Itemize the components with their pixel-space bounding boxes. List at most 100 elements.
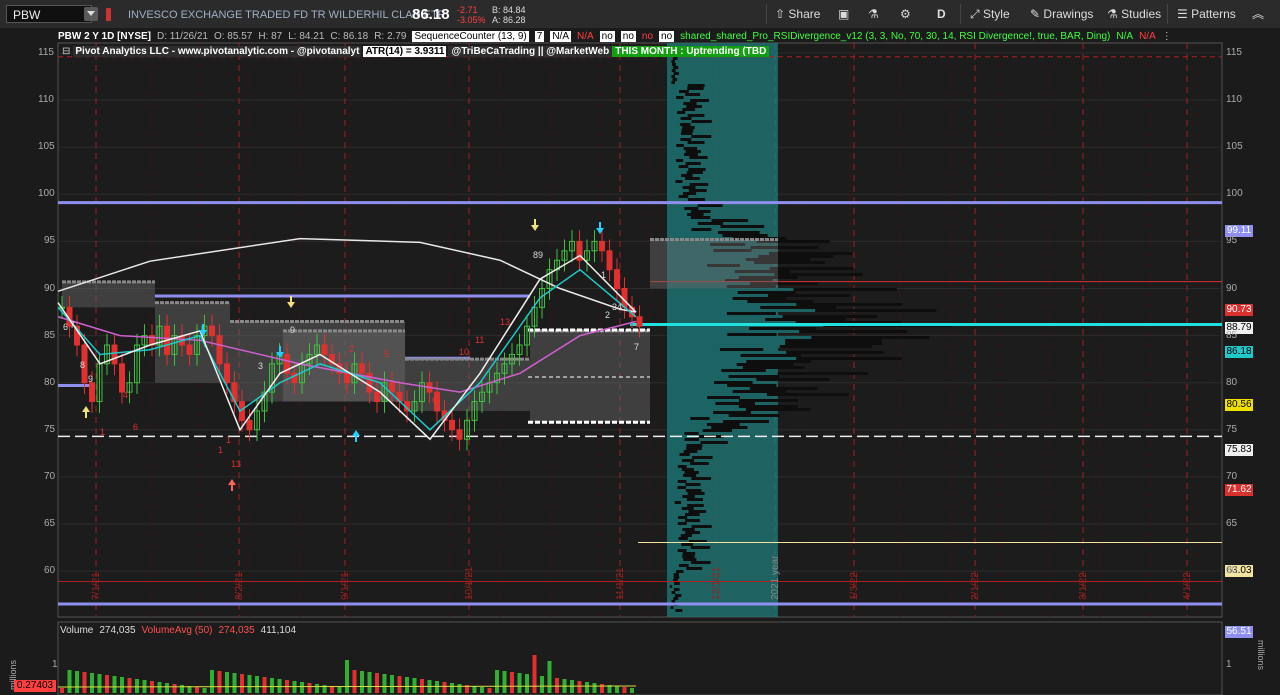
symbol-input[interactable]: PBW — [6, 5, 92, 23]
profile-bar — [667, 174, 682, 177]
sequence-number: 2 — [349, 344, 354, 354]
symbol-dropdown-icon[interactable] — [84, 7, 98, 21]
candle-body — [614, 269, 620, 290]
profile-bar — [667, 291, 738, 294]
y-axis-tick: 75 — [1226, 423, 1238, 435]
profile-bar — [667, 420, 724, 423]
profile-bar — [667, 444, 687, 447]
sequence-number: 10 — [459, 347, 469, 357]
this-month-label: THIS MONTH : Uptrending (TBD — [612, 46, 770, 57]
x-axis-label: 10/1/21 — [464, 566, 475, 600]
profile-bar — [667, 312, 727, 315]
volume-bar — [90, 673, 94, 693]
candle-body — [224, 363, 230, 384]
volume-bar — [240, 674, 244, 693]
profile-bar — [667, 447, 687, 450]
profile-bar — [667, 351, 787, 354]
profile-bar — [667, 165, 679, 168]
studies-button[interactable]: ⚗ Studies — [1107, 5, 1161, 23]
volume-bar — [165, 683, 169, 693]
profile-bar — [667, 300, 748, 303]
study-labels-row: ⊟ Pivot Analytics LLC - www.pivotanalyti… — [62, 46, 770, 57]
profile-bar — [667, 441, 701, 444]
volume-bar — [180, 685, 184, 693]
y-axis-tick: 65 — [1226, 518, 1238, 529]
patterns-button[interactable]: ☰ Patterns — [1177, 5, 1236, 23]
price-chart[interactable]: 6 7891461113392 561011138912347 7/1/21 8/2/… — [0, 28, 1280, 695]
candle-body — [321, 344, 328, 355]
price-level-label: 80.56 — [1225, 399, 1253, 412]
studies-label: Studies — [1121, 7, 1162, 21]
candle-body — [606, 250, 613, 271]
profile-bar — [667, 390, 733, 393]
volume-bar — [202, 688, 207, 693]
sequence-number: 1 — [100, 427, 105, 437]
profile-bar — [667, 150, 686, 153]
profile-bar — [667, 117, 681, 120]
profile-bar — [667, 552, 683, 555]
top-toolbar: PBW INVESCO EXCHANGE TRADED FD TR WILDER… — [0, 0, 1280, 29]
price-level-label: 71.62 — [1225, 483, 1253, 496]
candle-body — [216, 335, 223, 365]
profile-bar — [667, 186, 683, 189]
profile-bar — [667, 366, 743, 369]
volume-bar — [435, 681, 439, 693]
profile-bar — [667, 105, 687, 108]
profile-bar — [667, 348, 720, 351]
style-button[interactable]: ⤢ Style — [970, 5, 1010, 23]
sequence-counter: SequenceCounter (13, 9) — [412, 30, 529, 42]
profile-bar — [667, 591, 672, 594]
candle-body — [89, 382, 95, 403]
profile-bar — [667, 234, 723, 237]
profile-bar — [667, 297, 733, 300]
sequence-value: 7 — [534, 30, 545, 42]
profile-bar — [667, 498, 687, 501]
sequence-number: 1 — [226, 435, 231, 445]
profile-bar — [667, 93, 686, 96]
profile-bar — [667, 225, 721, 228]
profile-bar — [667, 537, 679, 540]
change-percent: -3.05% — [457, 15, 486, 25]
volume-current-label: 0.27403 — [14, 680, 56, 692]
ask-value: A: 86.28 — [492, 15, 526, 25]
drawings-button[interactable]: ✎ Drawings — [1030, 5, 1093, 23]
change-value: -2.71 — [457, 5, 478, 15]
profile-bar — [667, 147, 684, 150]
price-level-label: 75.83 — [1225, 443, 1253, 456]
collapse-icon[interactable]: ⊟ — [62, 46, 70, 57]
profile-bar — [667, 456, 693, 459]
candle-body — [599, 240, 605, 252]
profile-bar — [667, 429, 703, 432]
no-badge: no — [620, 30, 636, 42]
flask-button[interactable]: ⚗ — [868, 5, 879, 23]
profile-bar — [667, 528, 683, 531]
volume-bar — [315, 684, 319, 693]
collapse-button[interactable]: ︽ — [1252, 5, 1264, 23]
volume-bar — [592, 683, 597, 693]
profile-bar — [667, 432, 685, 435]
profile-bar — [667, 558, 684, 561]
link-color-icon[interactable] — [106, 8, 111, 21]
aggregation-button[interactable]: D — [937, 5, 946, 23]
volume-bar — [367, 672, 372, 693]
share-button[interactable]: ⇧ Share — [775, 5, 820, 23]
zone-box — [650, 239, 778, 289]
profile-bar — [667, 126, 683, 129]
y-axis-tick-left: 90 — [44, 282, 56, 294]
candle-body — [636, 316, 643, 327]
profile-bar — [667, 555, 683, 558]
profile-bar — [667, 108, 683, 111]
profile-bar — [667, 609, 676, 612]
y-axis-tick-left: 110 — [38, 94, 54, 106]
settings-button[interactable]: ⚙ — [900, 5, 911, 23]
profile-bar — [667, 534, 681, 537]
volume-bar — [480, 687, 484, 693]
na-badge: N/A — [550, 30, 571, 42]
volume-bar — [360, 671, 364, 693]
profile-bar — [667, 504, 688, 507]
more-icon[interactable]: ⋮ — [1162, 31, 1172, 42]
profile-bar — [667, 159, 676, 162]
volume-value: 274,035 — [99, 625, 136, 636]
close-value: C: 86.18 — [330, 30, 369, 42]
snapshot-button[interactable]: ▣ — [838, 5, 849, 23]
